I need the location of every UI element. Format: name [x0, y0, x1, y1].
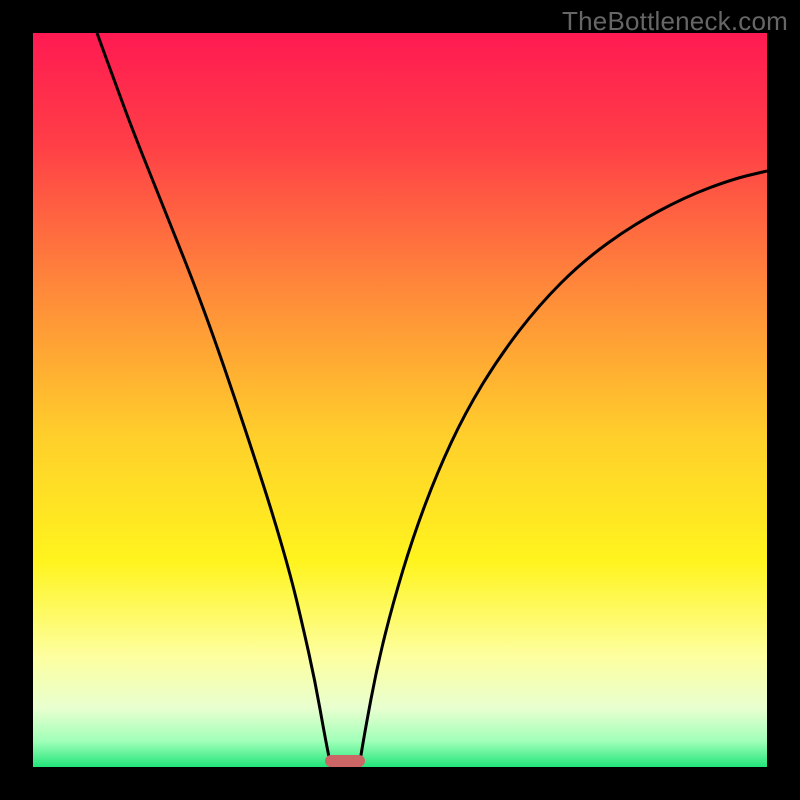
plot-area	[33, 33, 767, 767]
chart-svg	[33, 33, 767, 767]
gradient-background	[33, 33, 767, 767]
highlight-marker	[325, 755, 365, 767]
watermark-text: TheBottleneck.com	[562, 6, 788, 37]
chart-frame: TheBottleneck.com	[0, 0, 800, 800]
